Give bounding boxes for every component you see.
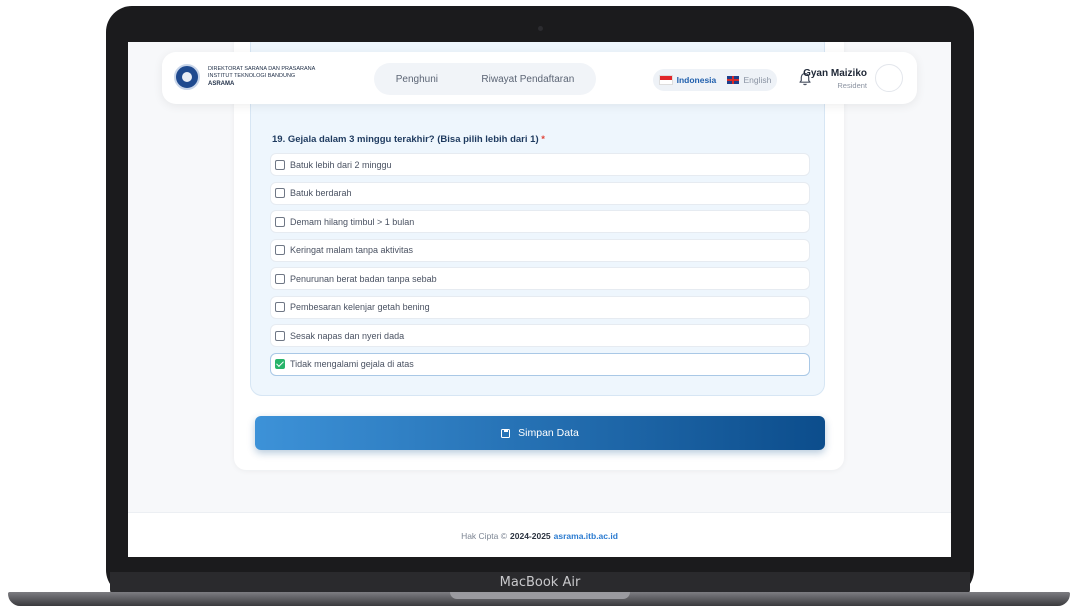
checkbox-icon[interactable] [275,159,285,170]
footer-years: 2024-2025 [510,530,551,541]
checkbox-icon[interactable] [275,245,285,255]
option-label: Pembesaran kelenjar getah bening [290,302,430,312]
nav-riwayat-pendaftaran[interactable]: Riwayat Pendaftaran [481,74,574,85]
save-data-button[interactable]: Simpan Data [255,416,825,450]
save-icon [501,428,511,438]
user-role: Resident [837,81,867,90]
language-switcher: Indonesia English [653,69,777,91]
checkbox-icon[interactable] [275,330,285,341]
laptop-base-notch [450,592,630,599]
checkbox-icon[interactable] [275,273,285,284]
brand-line-1: DIREKTORAT SARANA DAN PRASARANA [208,66,316,72]
checkbox-option[interactable]: Batuk berdarah [270,181,810,205]
device-label: MacBook Air [499,575,581,590]
option-label: Batuk berdarah [290,188,352,198]
top-header: DIREKTORAT SARANA DAN PRASARANA INSTITUT… [162,52,917,104]
required-mark: * [541,134,545,145]
main-nav: Penghuni Riwayat Pendaftaran [374,63,596,95]
nav-penghuni[interactable]: Penghuni [396,74,438,85]
checkbox-option[interactable]: Penurunan berat badan tanpa sebab [270,267,810,290]
user-info[interactable]: Gyan Maiziko Resident [803,68,867,90]
save-button-label: Simpan Data [518,427,579,439]
checkbox-icon[interactable] [275,216,285,227]
footer-copyright: Hak Cipta © [461,530,508,541]
option-label: Tidak mengalami gejala di atas [290,359,414,369]
question-title: 19. Gejala dalam 3 minggu terakhir? (Bis… [272,134,545,145]
footer-site-link[interactable]: asrama.itb.ac.id [554,531,618,541]
option-label: Batuk lebih dari 2 minggu [290,159,392,170]
checkbox-option[interactable]: Keringat malam tanpa aktivitas [270,238,810,262]
checkbox-checked-icon[interactable] [275,359,285,369]
checkbox-option[interactable]: Tidak mengalami gejala di atas [270,352,810,376]
checkbox-option[interactable]: Demam hilang timbul > 1 bulan [270,210,810,233]
lang-indonesia[interactable]: Indonesia [658,75,716,85]
laptop-bezel-bottom: MacBook Air [110,572,970,594]
browser-screen: 19. Gejala dalam 3 minggu terakhir? (Bis… [128,42,951,557]
user-name: Gyan Maiziko [803,68,867,79]
camera-dot [538,26,543,31]
option-label: Demam hilang timbul > 1 bulan [290,216,415,227]
brand-text: DIREKTORAT SARANA DAN PRASARANA INSTITUT… [208,66,315,88]
option-label: Sesak napas dan nyeri dada [290,330,405,341]
checkbox-icon[interactable] [275,302,285,312]
checkbox-option[interactable]: Pembesaran kelenjar getah bening [270,295,810,319]
checkbox-option[interactable]: Batuk lebih dari 2 minggu [270,153,810,176]
avatar[interactable] [875,64,903,92]
lang-english[interactable]: English [727,75,771,85]
options-list: Batuk lebih dari 2 minggu Batuk berdarah D… [270,153,810,381]
question-text: 19. Gejala dalam 3 minggu terakhir? (Bis… [272,134,539,145]
indonesia-flag-icon [658,75,673,85]
option-label: Keringat malam tanpa aktivitas [290,245,414,255]
checkbox-icon[interactable] [275,188,285,198]
footer: Hak Cipta © 2024-2025 asrama.itb.ac.id [128,512,951,557]
brand-line-3: ASRAMA [208,81,235,87]
uk-flag-icon [727,76,740,84]
option-label: Penurunan berat badan tanpa sebab [290,273,437,284]
checkbox-option[interactable]: Sesak napas dan nyeri dada [270,324,810,347]
brand-line-2: INSTITUT TEKNOLOGI BANDUNG [208,73,296,79]
itb-logo [174,64,200,90]
